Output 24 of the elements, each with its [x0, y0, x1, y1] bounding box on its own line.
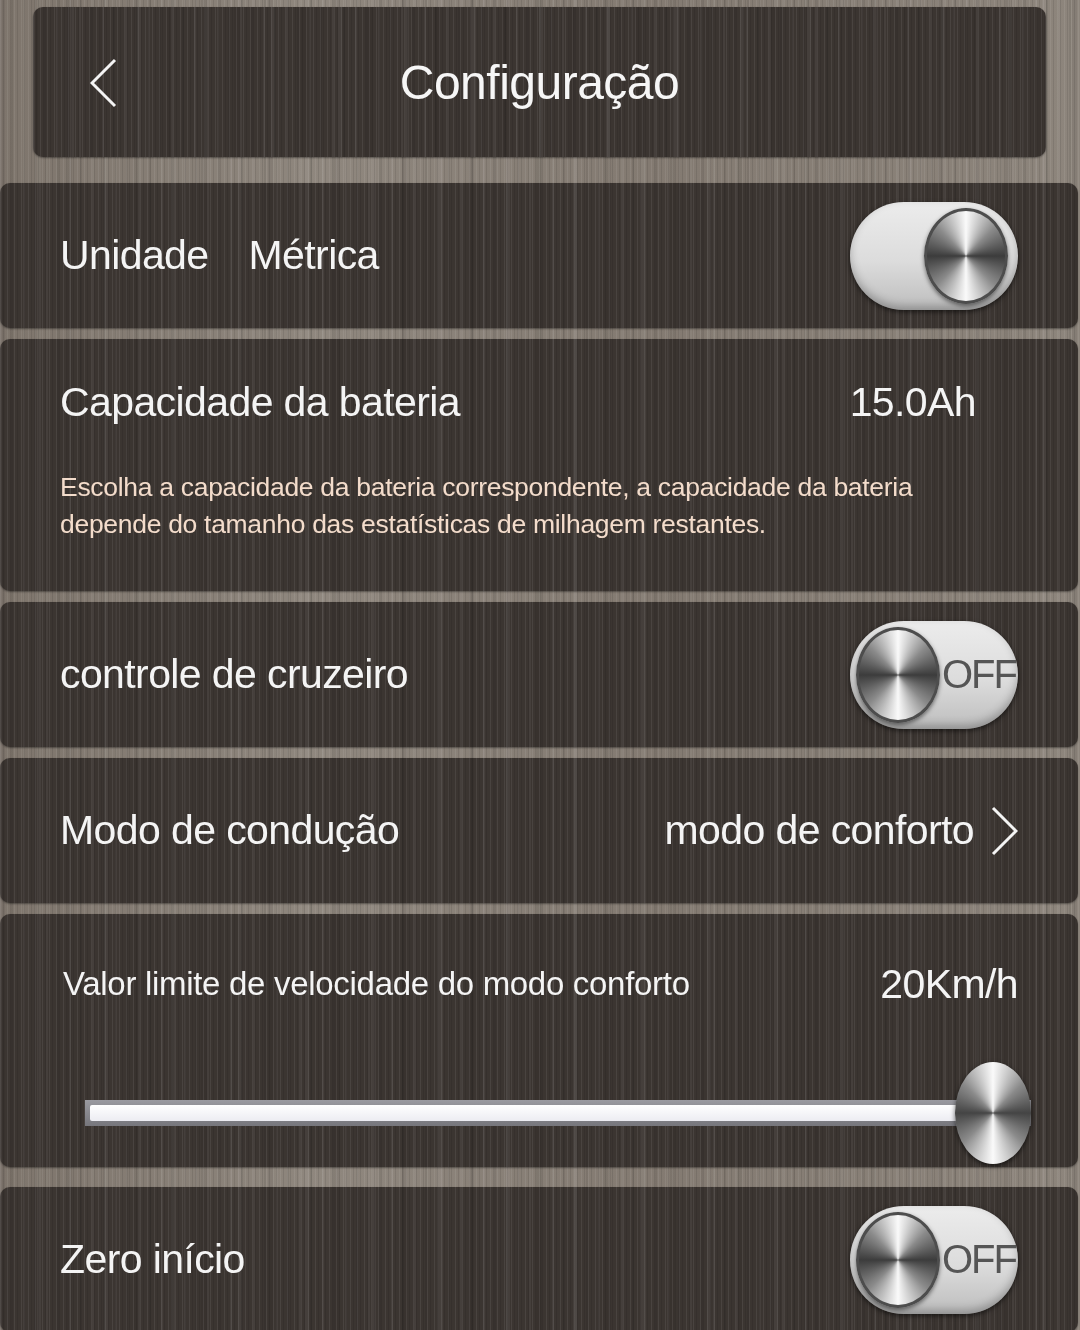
- setting-value: Métrica: [248, 232, 379, 279]
- toggle-switch[interactable]: OFF: [850, 620, 1018, 729]
- setting-label: controle de cruzeiro: [60, 651, 409, 698]
- toggle-switch[interactable]: [850, 201, 1018, 310]
- setting-reading: 20Km/h: [880, 960, 1018, 1008]
- setting-value: 15.0Ah: [849, 378, 976, 426]
- chevron-right-icon: [991, 805, 1018, 856]
- slider-thumb[interactable]: [955, 1062, 1031, 1164]
- settings-card[interactable]: Modo de condução modo de conforto: [0, 758, 1078, 903]
- setting-label: Capacidade da bateria: [60, 378, 460, 426]
- switch-knob[interactable]: [856, 626, 940, 723]
- page-title: Configuração: [399, 54, 680, 110]
- setting-label: Zero início: [60, 1236, 245, 1283]
- switch-knob[interactable]: [856, 1211, 940, 1308]
- setting-value: modo de conforto: [664, 807, 974, 854]
- back-icon: [89, 58, 117, 108]
- switch-knob[interactable]: [924, 207, 1008, 304]
- slider-track[interactable]: [85, 1062, 1031, 1164]
- setting-label: Modo de condução: [60, 807, 400, 854]
- settings-card[interactable]: Capacidade da bateria 15.0Ah Escolha a capacidade da bateria correspondente, a capacidade da bateria depende do tamanho das estatísticas de milhagem restantes.: [0, 339, 1078, 591]
- description-text: Escolha a capacidade da bateria correspondente, a capacidade da bateria depende do tamanho das estatísticas de milhagem restantes.: [60, 471, 914, 541]
- setting-label: Valor limite de velocidade do modo conforto: [63, 965, 690, 1003]
- toggle-switch[interactable]: OFF: [850, 1205, 1018, 1314]
- setting-label: Unidade: [60, 232, 209, 279]
